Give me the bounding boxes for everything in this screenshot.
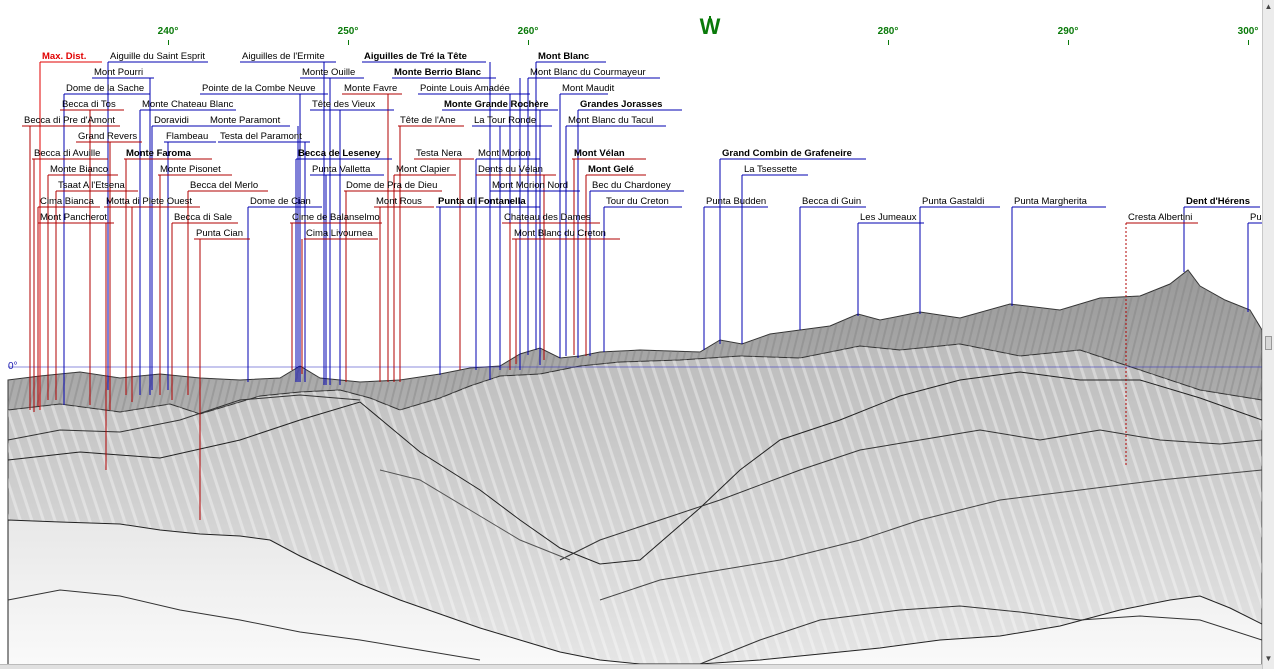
peak-label[interactable]: Monte Chateau Blanc — [140, 99, 233, 110]
peak-label[interactable]: Becca di Sale — [172, 212, 232, 223]
azimuth-tick-mark — [1248, 40, 1249, 45]
peak-label[interactable]: Doravidi — [152, 115, 189, 126]
peak-label[interactable]: Mont Pancherot — [38, 212, 107, 223]
peak-label[interactable]: Monte Grande Rochère — [442, 99, 549, 110]
peak-label[interactable]: Mont Morion Nord — [490, 180, 568, 191]
peak-label[interactable]: Bec du Chardoney — [590, 180, 671, 191]
peak-label[interactable]: Becca di Pre d'Amont — [22, 115, 115, 126]
azimuth-tick-mark — [348, 40, 349, 45]
peak-label[interactable]: Monte Pisonet — [158, 164, 221, 175]
peak-label[interactable]: Monte Ouille — [300, 67, 355, 78]
peak-label[interactable]: Monte Bianco — [48, 164, 108, 175]
peak-label[interactable]: Mont Vélan — [572, 148, 625, 159]
peak-label[interactable]: Motta di Plete Ouest — [104, 196, 192, 207]
azimuth-tick-label: 240° — [157, 26, 179, 37]
peak-label[interactable]: Tour du Creton — [604, 196, 669, 207]
horizon-label: 0° — [8, 361, 18, 372]
azimuth-tick-mark — [888, 40, 889, 45]
peak-label[interactable]: Cresta Albertini — [1126, 212, 1192, 223]
peak-label[interactable]: Aiguille du Saint Esprit — [108, 51, 205, 62]
peak-label[interactable]: Aiguilles de l'Ermite — [240, 51, 325, 62]
peak-label[interactable]: Dent d'Hérens — [1184, 196, 1250, 207]
peak-label[interactable]: Monte Faroma — [124, 148, 191, 159]
peak-label[interactable]: Tête des Vieux — [310, 99, 375, 110]
peak-label[interactable]: Mont Blanc du Courmayeur — [528, 67, 646, 78]
peak-label[interactable]: Grand Combin de Grafeneire — [720, 148, 852, 159]
peak-label[interactable]: Monte Berrio Blanc — [392, 67, 481, 78]
azimuth-tick-label: 260° — [517, 26, 539, 37]
peak-label[interactable]: Testa del Paramont — [218, 131, 302, 142]
peak-label[interactable]: Mont Gelé — [586, 164, 634, 175]
peak-label[interactable]: Monte Paramont — [208, 115, 280, 126]
peak-label[interactable]: La Tour Ronde — [472, 115, 536, 126]
peak-label[interactable]: Cime de Balanselmo — [290, 212, 380, 223]
scroll-down-icon[interactable]: ▼ — [1264, 653, 1273, 665]
peak-label[interactable]: Punta Margherita — [1012, 196, 1087, 207]
azimuth-tick-label: 250° — [337, 26, 359, 37]
peak-label[interactable]: Becca di Guin — [800, 196, 861, 207]
horizontal-scrollbar[interactable] — [0, 664, 1262, 669]
peak-label[interactable]: Mont Pourri — [92, 67, 143, 78]
peak-label[interactable]: Cima Livournea — [304, 228, 373, 239]
peak-label[interactable]: Max. Dist. — [40, 51, 86, 62]
peak-label[interactable]: Pointe de la Combe Neuve — [200, 83, 316, 94]
peak-label[interactable]: Mont Rous — [374, 196, 422, 207]
peak-label[interactable]: La Tsessette — [742, 164, 797, 175]
azimuth-tick-label: 300° — [1237, 26, 1259, 37]
peak-label[interactable]: Mont Blanc du Tacul — [566, 115, 653, 126]
peak-label[interactable]: Pointe Louis Amadée — [418, 83, 510, 94]
peak-label[interactable]: Pu — [1248, 212, 1262, 223]
azimuth-tick-mark — [1068, 40, 1069, 45]
peak-label[interactable]: Tsaat A l'Etsena — [56, 180, 125, 191]
peak-label[interactable]: Mont Blanc du Creton — [512, 228, 606, 239]
peak-label[interactable]: Flambeau — [164, 131, 208, 142]
scroll-up-icon[interactable]: ▲ — [1264, 1, 1273, 13]
peak-label[interactable]: Cima Bianca — [38, 196, 94, 207]
peak-label[interactable]: Punta Valletta — [310, 164, 370, 175]
peak-label[interactable]: Punta Cian — [194, 228, 243, 239]
peak-label[interactable]: Becca di Tos — [60, 99, 116, 110]
peak-label[interactable]: Chateau des Dames — [502, 212, 591, 223]
scrollbar-thumb[interactable] — [1265, 336, 1272, 350]
peak-label[interactable]: Mont Blanc — [536, 51, 589, 62]
peak-label[interactable]: Punta di Fontanella — [436, 196, 526, 207]
panorama-viewport[interactable]: 240° 250° 260° 280° 290° 300° W 0° Max. Dist.… — [0, 0, 1262, 669]
peak-label[interactable]: Punta Budden — [704, 196, 766, 207]
peak-label[interactable]: Monte Favre — [342, 83, 397, 94]
peak-label[interactable]: Dome de Pra de Dieu — [344, 180, 437, 191]
azimuth-tick-mark — [528, 40, 529, 45]
peak-label[interactable]: Tête de l'Ane — [398, 115, 456, 126]
azimuth-tick-label: 280° — [877, 26, 899, 37]
vertical-scrollbar[interactable]: ▲ ▼ — [1262, 0, 1274, 669]
compass-direction: W — [699, 14, 721, 39]
peak-label[interactable]: Mont Morion — [476, 148, 531, 159]
azimuth-tick-mark — [168, 40, 169, 45]
peak-label[interactable]: Becca di Avuille — [32, 148, 100, 159]
peak-label[interactable]: Punta Gastaldi — [920, 196, 984, 207]
peak-label[interactable]: Testa Nera — [414, 148, 462, 159]
peak-label[interactable]: Grand Revers — [76, 131, 137, 142]
peak-label[interactable]: Dents du Vélan — [476, 164, 543, 175]
peak-label[interactable]: Mont Maudit — [560, 83, 614, 94]
peak-label[interactable]: Grandes Jorasses — [578, 99, 662, 110]
peak-label[interactable]: Dome de la Sache — [64, 83, 144, 94]
peak-label[interactable]: Dome de Cian — [248, 196, 311, 207]
peak-label[interactable]: Mont Clapier — [394, 164, 450, 175]
azimuth-tick-label: 290° — [1057, 26, 1079, 37]
peak-label[interactable]: Becca del Merlo — [188, 180, 258, 191]
peak-label[interactable]: Aiguilles de Tré la Tête — [362, 51, 467, 62]
peak-label[interactable]: Les Jumeaux — [858, 212, 917, 223]
peak-label[interactable]: Becca de Leseney — [296, 148, 380, 159]
